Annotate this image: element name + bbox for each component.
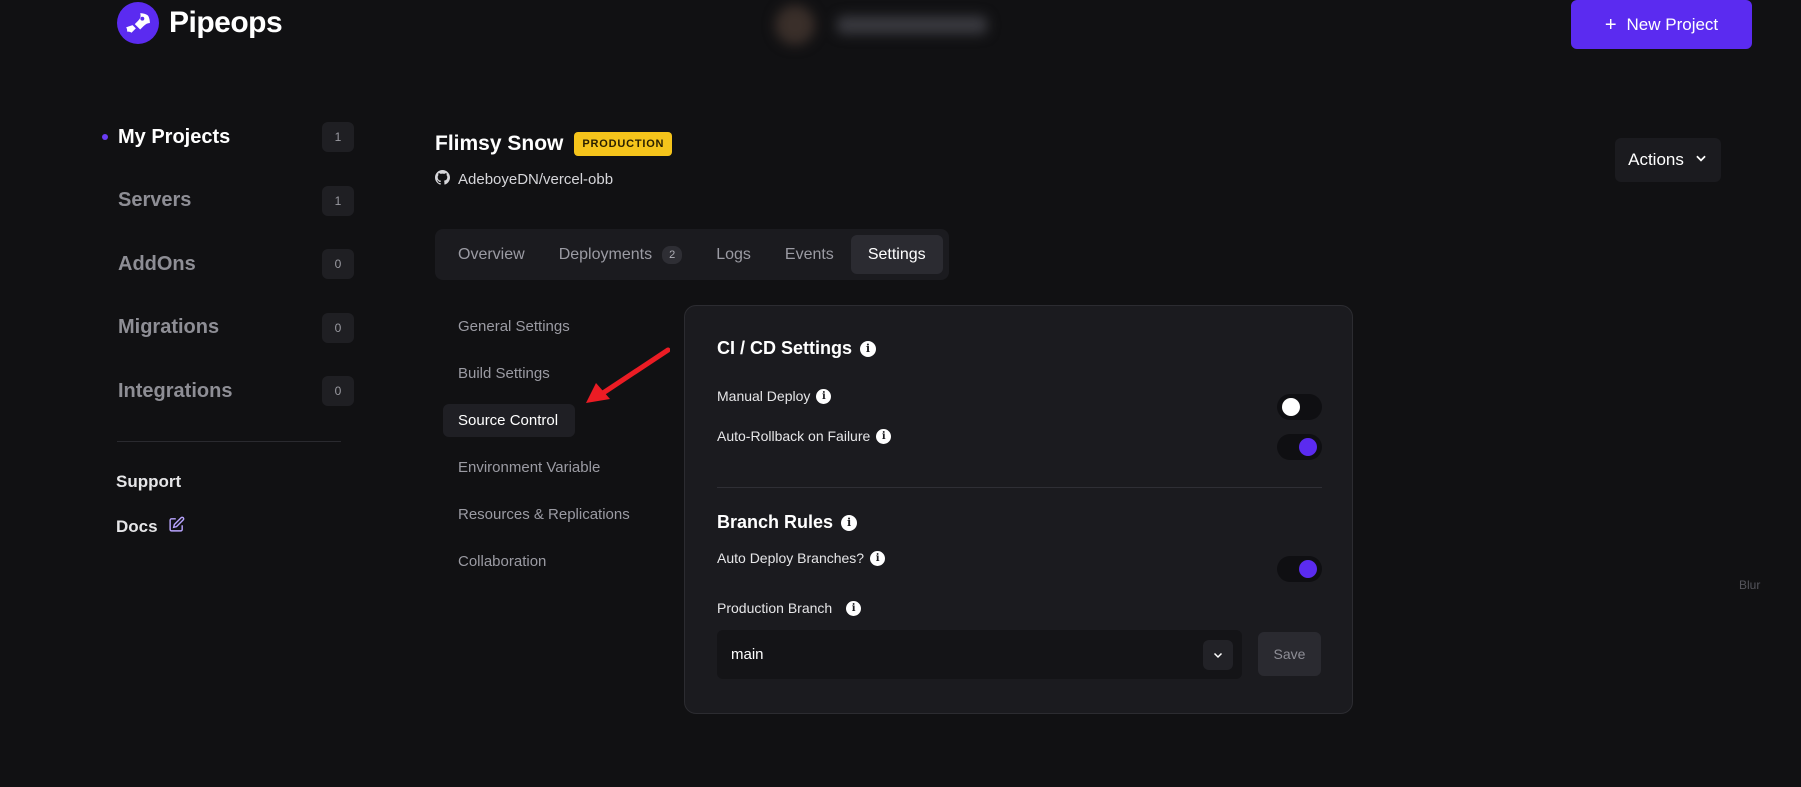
sidebar-item-label: Servers [118, 189, 192, 211]
support-link[interactable]: Support [116, 472, 181, 492]
repo-name: AdeboyeDN/vercel-obb [458, 171, 614, 188]
blurred-user-profile [775, 2, 1075, 48]
new-project-button[interactable]: + New Project [1571, 0, 1752, 49]
auto-rollback-row: Auto-Rollback on Failure i [717, 428, 892, 444]
project-header: Flimsy Snow PRODUCTION [435, 132, 673, 156]
tab-events[interactable]: Events [768, 235, 851, 274]
production-branch-row: Production Branch i [717, 600, 862, 616]
info-icon[interactable]: i [860, 340, 877, 357]
toggle-knob [1282, 398, 1300, 416]
settings-nav-source-control[interactable]: Source Control [443, 404, 575, 437]
chevron-down-icon [1203, 639, 1233, 670]
manual-deploy-toggle[interactable] [1277, 394, 1322, 420]
auto-rollback-label: Auto-Rollback on Failure [717, 428, 871, 444]
plus-icon: + [1604, 13, 1617, 36]
sidebar-item-count: 0 [322, 249, 354, 279]
brand-name: Pipeops [169, 6, 283, 39]
sidebar-item-count: 1 [322, 122, 354, 152]
edit-icon [168, 516, 185, 538]
repo-link[interactable]: AdeboyeDN/vercel-obb [435, 170, 613, 189]
production-branch-label: Production Branch [717, 600, 833, 616]
avatar [775, 5, 815, 45]
info-icon[interactable]: i [816, 388, 832, 404]
toggle-knob [1299, 438, 1317, 456]
tab-label: Overview [458, 245, 525, 263]
toggle-knob [1299, 560, 1317, 578]
production-branch-select[interactable]: main [717, 630, 1242, 679]
cicd-settings-title: CI / CD Settings i [717, 338, 877, 359]
sidebar-item-label: Integrations [118, 379, 233, 402]
branch-rules-title: Branch Rules i [717, 512, 858, 533]
brand-logo[interactable]: Pipeops [117, 2, 283, 44]
section-title-text: CI / CD Settings [717, 338, 853, 358]
project-name: Flimsy Snow [435, 132, 564, 155]
tab-logs[interactable]: Logs [699, 235, 768, 274]
deployments-count-badge: 2 [662, 245, 683, 264]
actions-dropdown-button[interactable]: Actions [1615, 138, 1721, 182]
tab-settings[interactable]: Settings [850, 235, 943, 274]
auto-deploy-toggle[interactable] [1277, 556, 1322, 582]
actions-label: Actions [1628, 150, 1684, 169]
settings-nav-general[interactable]: General Settings [443, 310, 653, 343]
tab-label: Logs [716, 245, 751, 263]
rocket-icon [117, 2, 159, 44]
red-arrow-annotation [586, 347, 670, 403]
sidebar-item-integrations[interactable]: Integrations 0 [100, 374, 356, 408]
auto-deploy-label: Auto Deploy Branches? [717, 550, 865, 566]
section-divider [717, 487, 1322, 488]
sidebar-item-label: Migrations [118, 316, 220, 338]
settings-nav-collaboration[interactable]: Collaboration [443, 545, 653, 578]
sidebar-divider [117, 441, 341, 442]
blurred-username [837, 16, 987, 34]
auto-deploy-row: Auto Deploy Branches? i [717, 550, 886, 566]
selected-branch: main [731, 646, 764, 663]
tab-label: Events [784, 245, 834, 263]
section-title-text: Branch Rules [717, 512, 834, 532]
tab-label: Deployments [558, 245, 653, 263]
sidebar-item-count: 0 [322, 312, 354, 343]
sidebar-item-count: 1 [322, 185, 354, 216]
manual-deploy-label: Manual Deploy [717, 388, 811, 404]
chevron-down-icon [1694, 150, 1708, 170]
save-button[interactable]: Save [1258, 632, 1321, 676]
sidebar-item-count: 0 [322, 376, 354, 406]
tab-overview[interactable]: Overview [441, 235, 542, 274]
docs-label: Docs [116, 517, 158, 536]
active-indicator [102, 134, 108, 140]
environment-badge: PRODUCTION [574, 132, 673, 156]
info-icon[interactable]: i [876, 428, 892, 444]
info-icon[interactable]: i [846, 600, 862, 616]
info-icon[interactable]: i [870, 550, 886, 566]
sidebar-item-servers[interactable]: Servers 1 [100, 184, 356, 218]
sidebar-nav: My Projects 1 Servers 1 AddOns 0 Migrati… [100, 120, 356, 438]
auto-rollback-toggle[interactable] [1277, 434, 1322, 460]
docs-link[interactable]: Docs [116, 516, 185, 538]
tab-deployments[interactable]: Deployments 2 [542, 235, 700, 274]
cicd-settings-panel: CI / CD Settings i Manual Deploy i Auto-… [684, 305, 1353, 714]
sidebar-item-addons[interactable]: AddOns 0 [100, 247, 356, 281]
github-icon [435, 170, 450, 189]
info-icon[interactable]: i [841, 514, 858, 531]
manual-deploy-row: Manual Deploy i [717, 388, 832, 404]
settings-nav-environment-variable[interactable]: Environment Variable [443, 451, 653, 484]
settings-nav-resources-replications[interactable]: Resources & Replications [443, 498, 653, 531]
sidebar-item-label: My Projects [118, 125, 231, 148]
sidebar-item-migrations[interactable]: Migrations 0 [100, 311, 356, 345]
project-tabs: Overview Deployments 2 Logs Events Setti… [435, 229, 949, 280]
new-project-label: New Project [1626, 14, 1719, 34]
tab-label: Settings [867, 245, 926, 263]
sidebar-item-my-projects[interactable]: My Projects 1 [100, 120, 356, 154]
sidebar-item-label: AddOns [118, 252, 196, 275]
blur-label: Blur [1739, 578, 1761, 592]
